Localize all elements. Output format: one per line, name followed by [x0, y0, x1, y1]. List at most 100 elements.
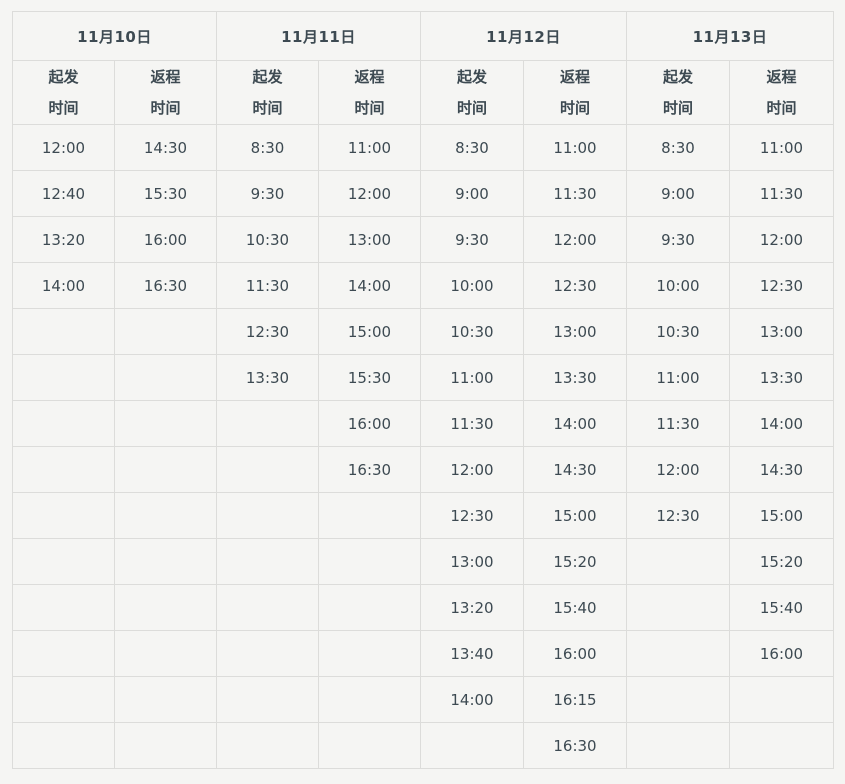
return-time-cell: 16:00	[318, 400, 421, 447]
date-header-nov10: 11月10日	[12, 11, 217, 61]
depart-time-cell: 9:30	[216, 170, 319, 217]
depart-time-cell	[216, 400, 319, 447]
depart-time-cell: 11:00	[626, 354, 730, 401]
depart-time-cell: 10:30	[420, 308, 524, 355]
table-row: 13:40 16:00 16:00	[12, 630, 834, 677]
return-time-cell	[114, 722, 217, 769]
return-time-cell: 13:00	[318, 216, 421, 263]
return-time-cell: 14:00	[523, 400, 627, 447]
return-time-cell	[318, 492, 421, 539]
return-time-cell: 15:00	[523, 492, 627, 539]
return-time-cell: 15:20	[523, 538, 627, 585]
table-row: 13:20 16:00 10:30 13:00 9:30 12:00 9:30 12:00	[12, 216, 834, 263]
depart-time-cell: 13:20	[420, 584, 524, 631]
depart-time-header: 起发 时间	[12, 60, 115, 125]
return-time-cell	[729, 722, 834, 769]
table-row: 12:40 15:30 9:30 12:00 9:00 11:30 9:00 11:30	[12, 170, 834, 217]
header-label-line: 时间	[150, 98, 181, 117]
return-time-cell: 12:00	[318, 170, 421, 217]
date-header-row: 11月10日 11月11日 11月12日 11月13日	[12, 11, 834, 61]
header-label-line: 起发	[252, 67, 283, 86]
schedule-body: 12:00 14:30 8:30 11:00 8:30 11:00 8:30 11:00 12:…	[12, 124, 834, 769]
depart-time-cell: 12:00	[626, 446, 730, 493]
depart-time-cell: 10:30	[626, 308, 730, 355]
header-label-line: 时间	[559, 98, 590, 117]
depart-time-cell	[12, 354, 115, 401]
return-time-cell: 13:30	[729, 354, 834, 401]
return-time-cell	[114, 538, 217, 585]
column-header-row: 起发 时间 返程 时间 起发 时间 返程 时间 起发 时间 返程 时间 起发 时间 返程 时间	[12, 60, 834, 125]
header-label-line: 返程	[150, 67, 181, 86]
return-time-cell	[114, 400, 217, 447]
depart-time-cell	[216, 630, 319, 677]
depart-time-cell	[216, 538, 319, 585]
return-time-cell	[318, 538, 421, 585]
table-row: 13:30 15:30 11:00 13:30 11:00 13:30	[12, 354, 834, 401]
return-time-cell: 15:00	[318, 308, 421, 355]
schedule-container: 11月10日 11月11日 11月12日 11月13日 起发 时间 返程 时间 起发 时间…	[12, 11, 834, 769]
table-row: 16:00 11:30 14:00 11:30 14:00	[12, 400, 834, 447]
header-label-line: 时间	[354, 98, 385, 117]
header-label-line: 时间	[252, 98, 283, 117]
return-time-cell: 15:30	[114, 170, 217, 217]
return-time-cell: 16:00	[523, 630, 627, 677]
depart-time-cell: 12:40	[12, 170, 115, 217]
depart-time-cell: 13:20	[12, 216, 115, 263]
date-header-nov12: 11月12日	[420, 11, 627, 61]
return-time-cell: 15:20	[729, 538, 834, 585]
depart-time-cell: 11:00	[420, 354, 524, 401]
header-label-line: 时间	[662, 98, 693, 117]
return-time-cell: 13:00	[523, 308, 627, 355]
depart-time-cell	[216, 446, 319, 493]
depart-time-cell: 10:30	[216, 216, 319, 263]
depart-time-cell: 11:30	[626, 400, 730, 447]
depart-time-cell: 9:30	[626, 216, 730, 263]
depart-time-cell	[12, 538, 115, 585]
depart-time-cell	[216, 722, 319, 769]
header-label-line: 时间	[456, 98, 487, 117]
header-label-line: 返程	[766, 67, 797, 86]
depart-time-cell	[626, 630, 730, 677]
table-row: 12:00 14:30 8:30 11:00 8:30 11:00 8:30 11:00	[12, 124, 834, 171]
date-header-nov11: 11月11日	[216, 11, 421, 61]
table-row: 12:30 15:00 10:30 13:00 10:30 13:00	[12, 308, 834, 355]
table-row: 13:00 15:20 15:20	[12, 538, 834, 585]
return-time-cell: 12:00	[523, 216, 627, 263]
depart-time-cell: 12:30	[216, 308, 319, 355]
depart-time-cell	[626, 722, 730, 769]
return-time-cell	[318, 676, 421, 723]
header-label-line: 起发	[456, 67, 487, 86]
header-label-line: 返程	[354, 67, 385, 86]
return-time-cell: 11:30	[523, 170, 627, 217]
return-time-header: 返程 时间	[523, 60, 627, 125]
return-time-cell	[114, 446, 217, 493]
table-row: 14:00 16:30 11:30 14:00 10:00 12:30 10:00 12:30	[12, 262, 834, 309]
return-time-cell	[318, 630, 421, 677]
return-time-cell	[114, 630, 217, 677]
return-time-cell: 14:30	[523, 446, 627, 493]
table-row: 14:00 16:15	[12, 676, 834, 723]
return-time-cell	[729, 676, 834, 723]
date-header-nov13: 11月13日	[626, 11, 834, 61]
return-time-cell	[114, 584, 217, 631]
table-row: 16:30 12:00 14:30 12:00 14:30	[12, 446, 834, 493]
return-time-cell	[114, 308, 217, 355]
return-time-cell: 11:00	[523, 124, 627, 171]
return-time-cell: 13:30	[523, 354, 627, 401]
return-time-cell: 13:00	[729, 308, 834, 355]
return-time-header: 返程 时间	[114, 60, 217, 125]
return-time-cell: 15:30	[318, 354, 421, 401]
depart-time-cell: 13:40	[420, 630, 524, 677]
return-time-cell: 15:40	[729, 584, 834, 631]
depart-time-cell: 8:30	[420, 124, 524, 171]
depart-time-cell: 12:30	[626, 492, 730, 539]
return-time-header: 返程 时间	[318, 60, 421, 125]
depart-time-cell: 10:00	[626, 262, 730, 309]
return-time-cell: 12:00	[729, 216, 834, 263]
return-time-cell: 16:00	[729, 630, 834, 677]
return-time-header: 返程 时间	[729, 60, 834, 125]
return-time-cell: 14:00	[729, 400, 834, 447]
header-label-line: 时间	[48, 98, 79, 117]
depart-time-cell: 12:30	[420, 492, 524, 539]
return-time-cell: 14:00	[318, 262, 421, 309]
